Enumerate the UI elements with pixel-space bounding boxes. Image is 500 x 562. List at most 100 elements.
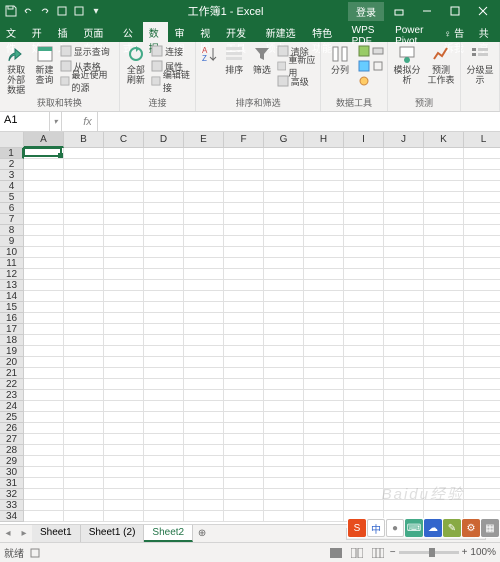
cell[interactable]	[184, 280, 224, 291]
cell[interactable]	[224, 357, 264, 368]
cell[interactable]	[104, 379, 144, 390]
column-header[interactable]: F	[224, 132, 264, 148]
cell[interactable]	[24, 302, 64, 313]
cell[interactable]	[304, 192, 344, 203]
cell[interactable]	[64, 192, 104, 203]
ime-lang-icon[interactable]: 中	[367, 519, 385, 537]
add-sheet-button[interactable]: ⊕	[193, 528, 211, 539]
sheet-tab[interactable]: Sheet1	[32, 525, 81, 542]
row-header[interactable]: 27	[0, 434, 24, 445]
cell[interactable]	[64, 423, 104, 434]
cell[interactable]	[104, 445, 144, 456]
cell[interactable]	[264, 467, 304, 478]
row-header[interactable]: 6	[0, 203, 24, 214]
qat-icon-4[interactable]	[55, 4, 69, 18]
cell-grid[interactable]	[24, 148, 500, 522]
cell[interactable]	[24, 225, 64, 236]
cell[interactable]	[64, 379, 104, 390]
cell[interactable]	[224, 412, 264, 423]
cell[interactable]	[344, 203, 384, 214]
cell[interactable]	[184, 236, 224, 247]
cell[interactable]	[24, 148, 64, 159]
cell[interactable]	[384, 269, 424, 280]
cell[interactable]	[344, 390, 384, 401]
cell[interactable]	[304, 500, 344, 511]
cell[interactable]	[384, 390, 424, 401]
row-header[interactable]: 17	[0, 324, 24, 335]
cell[interactable]	[184, 379, 224, 390]
cell[interactable]	[264, 335, 304, 346]
cell[interactable]	[464, 478, 500, 489]
column-header[interactable]: A	[24, 132, 64, 148]
cell[interactable]	[304, 258, 344, 269]
cell[interactable]	[464, 280, 500, 291]
cell[interactable]	[224, 236, 264, 247]
cell[interactable]	[144, 269, 184, 280]
cell[interactable]	[424, 412, 464, 423]
cell[interactable]	[64, 445, 104, 456]
cell[interactable]	[464, 390, 500, 401]
cell[interactable]	[104, 324, 144, 335]
cell[interactable]	[304, 511, 344, 522]
row-header[interactable]: 10	[0, 247, 24, 258]
cell[interactable]	[464, 434, 500, 445]
cell[interactable]	[104, 390, 144, 401]
cell[interactable]	[144, 467, 184, 478]
row-header[interactable]: 19	[0, 346, 24, 357]
cell[interactable]	[464, 401, 500, 412]
cell[interactable]	[104, 467, 144, 478]
row-header[interactable]: 33	[0, 500, 24, 511]
cell[interactable]	[384, 302, 424, 313]
cell[interactable]	[104, 181, 144, 192]
cell[interactable]	[384, 148, 424, 159]
cell[interactable]	[64, 236, 104, 247]
cell[interactable]	[104, 357, 144, 368]
close-icon[interactable]	[470, 2, 496, 20]
cell[interactable]	[384, 258, 424, 269]
cell[interactable]	[104, 368, 144, 379]
cell[interactable]	[264, 258, 304, 269]
cell[interactable]	[344, 357, 384, 368]
zoom-in-icon[interactable]: +	[462, 547, 468, 558]
cell[interactable]	[304, 390, 344, 401]
tab-nav-prev-icon[interactable]: ◂	[0, 528, 16, 539]
ribbon-tab[interactable]: 公式	[117, 22, 143, 42]
cell[interactable]	[304, 368, 344, 379]
row-header[interactable]: 34	[0, 511, 24, 522]
cell[interactable]	[304, 489, 344, 500]
cell[interactable]	[64, 269, 104, 280]
cell[interactable]	[264, 148, 304, 159]
cell[interactable]	[184, 291, 224, 302]
cell[interactable]	[464, 181, 500, 192]
ime-punct-icon[interactable]: ●	[386, 519, 404, 537]
cell[interactable]	[304, 214, 344, 225]
column-header[interactable]: G	[264, 132, 304, 148]
row-header[interactable]: 1	[0, 148, 24, 159]
cell[interactable]	[144, 302, 184, 313]
cell[interactable]	[104, 214, 144, 225]
cell[interactable]	[264, 379, 304, 390]
cell[interactable]	[264, 236, 304, 247]
cell[interactable]	[224, 346, 264, 357]
cell[interactable]	[24, 280, 64, 291]
row-header[interactable]: 29	[0, 456, 24, 467]
cell[interactable]	[424, 456, 464, 467]
cell[interactable]	[104, 269, 144, 280]
cell[interactable]	[64, 181, 104, 192]
cell[interactable]	[264, 390, 304, 401]
cell[interactable]	[64, 247, 104, 258]
outline-button[interactable]: 分级显示	[464, 44, 496, 86]
cell[interactable]	[184, 214, 224, 225]
filter-button[interactable]: 筛选	[249, 44, 275, 76]
cell[interactable]	[64, 346, 104, 357]
cell[interactable]	[24, 445, 64, 456]
cell[interactable]	[184, 489, 224, 500]
zoom-slider[interactable]	[399, 551, 459, 554]
cell[interactable]	[224, 489, 264, 500]
cell[interactable]	[384, 159, 424, 170]
cell[interactable]	[344, 302, 384, 313]
qat-icon-5[interactable]	[72, 4, 86, 18]
cell[interactable]	[104, 159, 144, 170]
cell[interactable]	[64, 225, 104, 236]
cell[interactable]	[184, 390, 224, 401]
